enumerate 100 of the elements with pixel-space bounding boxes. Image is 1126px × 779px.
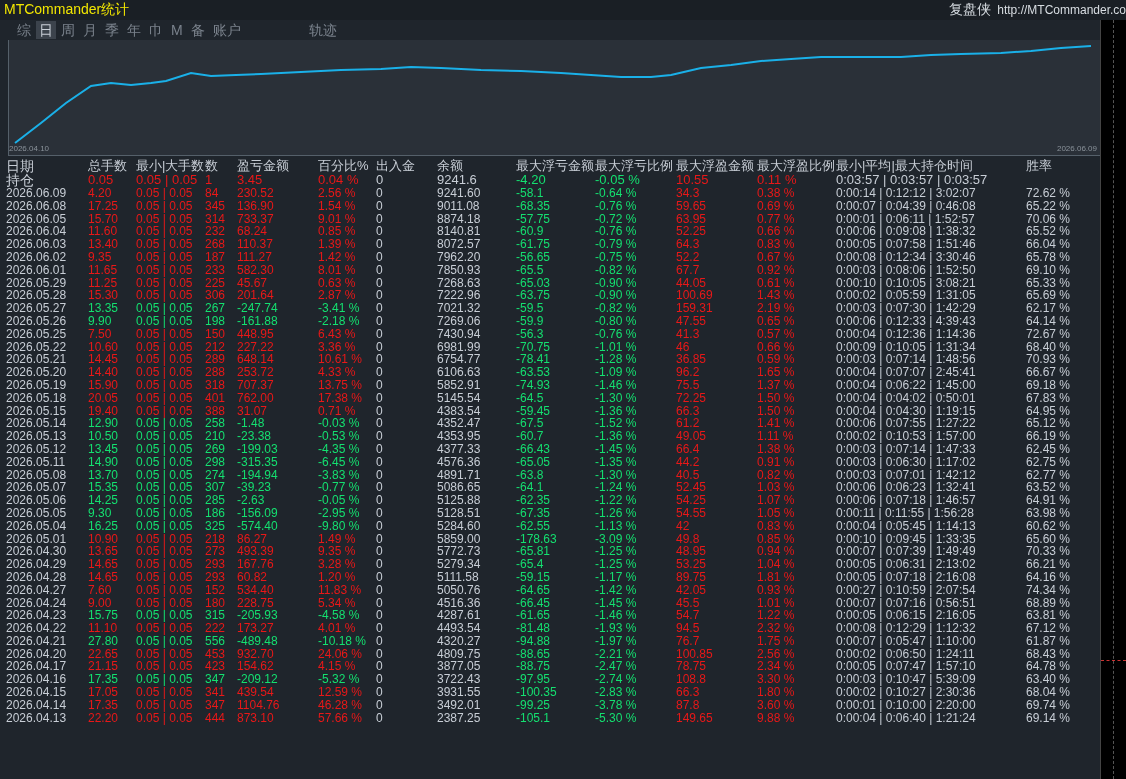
date-cell-text: 2026.04.21 (6, 634, 68, 648)
win-rate-cell-text: 65.69 % (1026, 289, 1072, 303)
column-header: 最大浮亏比例 (595, 159, 674, 173)
win-rate-cell-text: 74.34 % (1026, 583, 1072, 597)
column-header: 出入金 (376, 159, 416, 173)
max-floating-loss-ratio-cell-text: -1.25 % (595, 558, 638, 571)
lot-range-cell-text: 0.05 | 0.05 (136, 583, 194, 597)
win-rate-cell-text: 67.12 % (1026, 622, 1072, 635)
profit-cell-text: 45.67 (237, 276, 269, 290)
percent-cell-text: 1.54 % (318, 199, 357, 213)
holding-time-cell-text: 0:00:03 | 0:07:30 | 1:42:29 (836, 302, 977, 315)
trade-count-cell-text: 315 (205, 609, 227, 623)
date-cell-text: 2026.04.17 (6, 660, 68, 674)
lots-total-cell-text: 4.20 (88, 187, 113, 200)
profit-cell-text: 110.37 (237, 238, 274, 251)
balance-cell-text: 7268.63 (437, 276, 482, 290)
period-tab[interactable]: 综 (14, 21, 34, 39)
lots-total-cell-text: 27.80 (88, 634, 120, 648)
max-floating-loss-ratio-cell-text: -1.30 % (595, 391, 638, 405)
profit-cell-text: -199.03 (237, 442, 279, 456)
percent-cell-text: 12.59 % (318, 686, 364, 699)
profit-cell-text: 707.37 (237, 378, 275, 392)
max-floating-loss-ratio-cell-text: -2.83 % (595, 686, 638, 699)
period-tab[interactable]: 巾 (146, 21, 166, 39)
period-tab[interactable]: 日 (36, 21, 56, 39)
period-tab[interactable]: 周 (58, 21, 78, 39)
max-floating-loss-ratio-cell-text: -1.17 % (595, 570, 638, 584)
max-floating-profit-ratio-cell-text: 1.50 % (757, 404, 796, 418)
date-cell-text: 2026.05.14 (6, 417, 68, 431)
date-cell-text: 2026.05.01 (6, 532, 68, 546)
lots-total-cell-text: 11.25 (88, 276, 119, 290)
max-floating-loss-ratio-cell-text: -0.72 % (595, 212, 638, 226)
holding-time-cell-text: 0:00:10 | 0:09:45 | 1:33:35 (836, 532, 977, 546)
trade-count-cell-text: 152 (205, 583, 227, 597)
max-floating-profit-cell-text: 89.75 (676, 570, 708, 584)
lot-range-cell-text: 0.05 | 0.05 (136, 173, 199, 187)
max-floating-loss-cell-text: -67.35 (516, 506, 552, 520)
balance-cell-text: 5859.00 (437, 532, 482, 546)
period-tab[interactable]: 账户 (209, 21, 244, 39)
win-rate-cell-text: 69.10 % (1026, 263, 1072, 277)
profit-cell-text: -209.12 (237, 673, 279, 687)
holding-time-cell-text: 0:00:08 | 0:12:34 | 3:30:46 (836, 251, 977, 264)
max-floating-loss-cell-text: -59.5 (516, 302, 545, 315)
holding-time-cell-text: 0:00:01 | 0:06:11 | 1:52:57 (836, 212, 976, 226)
max-floating-loss-ratio-cell-text: -1.01 % (595, 340, 638, 354)
deposit-cell-text: 0 (376, 238, 384, 251)
win-rate-cell-text: 62.75 % (1026, 455, 1072, 469)
trade-count-cell-text: 401 (205, 391, 227, 405)
max-floating-loss-cell-text: -58.1 (516, 187, 545, 200)
trade-count-cell-text: 274 (205, 468, 227, 482)
max-floating-loss-ratio-cell-text: -1.26 % (595, 506, 638, 520)
deposit-cell-text: 0 (376, 187, 384, 200)
percent-cell-text: -4.35 % (318, 442, 361, 456)
percent-cell-text: 0.63 % (318, 276, 357, 290)
period-tab[interactable]: 轨迹 (305, 21, 340, 39)
lot-range-cell-text: 0.05 | 0.05 (136, 647, 194, 661)
max-floating-profit-ratio-cell-text: 1.81 % (757, 570, 796, 584)
percent-cell-text: -0.53 % (318, 430, 361, 443)
balance-cell-text: 6106.63 (437, 366, 482, 379)
max-floating-loss-cell-text: -105.1 (516, 711, 552, 725)
period-tab[interactable]: 月 (80, 21, 100, 39)
win-rate-cell-text: 63.52 % (1026, 481, 1072, 495)
max-floating-profit-cell-text: 66.3 (676, 404, 701, 418)
max-floating-loss-ratio-cell-text: -2.21 % (595, 647, 638, 661)
deposit-cell-text: 0 (376, 327, 384, 341)
balance-cell-text: 4516.36 (437, 596, 482, 610)
percent-cell-text: 3.28 % (318, 558, 357, 571)
percent-cell-text: 3.36 % (318, 340, 357, 354)
lots-total-cell-text: 13.45 (88, 442, 120, 456)
trade-count-cell-text: 293 (205, 570, 227, 584)
max-floating-profit-ratio-cell-text: 0.66 % (757, 340, 796, 354)
deposit-cell-text: 0 (376, 558, 384, 571)
holding-time-cell-text: 0:00:04 | 0:07:07 | 2:45:41 (836, 366, 977, 379)
date-cell-text: 2026.06.01 (6, 263, 68, 277)
deposit-cell-text: 0 (376, 430, 384, 443)
lots-total-cell-text: 9.90 (88, 314, 113, 328)
period-tab[interactable]: 备 (187, 21, 208, 39)
deposit-cell-text: 0 (376, 570, 384, 584)
period-tab[interactable]: 季 (102, 21, 122, 39)
lot-range-cell-text: 0.05 | 0.05 (136, 711, 194, 725)
win-rate-cell-text: 68.43 % (1026, 647, 1072, 661)
balance-cell-text: 8072.57 (437, 238, 482, 251)
max-floating-loss-ratio-cell-text: -1.36 % (595, 430, 638, 443)
max-floating-loss-cell-text: -97.95 (516, 673, 552, 687)
lot-range-cell-text: 0.05 | 0.05 (136, 570, 194, 584)
app-title: MTCommander统计 (3, 1, 130, 19)
period-tab[interactable]: M (168, 21, 186, 39)
deposit-cell-text: 0 (376, 378, 384, 392)
max-floating-profit-ratio-cell-text: 0.91 % (757, 455, 796, 469)
period-tab[interactable]: 年 (124, 21, 144, 39)
date-cell-text: 2026.05.27 (6, 302, 68, 315)
website-link[interactable]: http://MTCommander.co (997, 3, 1126, 17)
balance-cell-text: 5125.88 (437, 494, 482, 507)
date-cell-text: 2026.04.23 (6, 609, 68, 623)
holding-time-cell-text: 0:00:27 | 0:10:59 | 2:07:54 (836, 583, 977, 597)
trade-count-cell-text: 273 (205, 545, 227, 559)
lot-range-cell-text: 0.05 | 0.05 (136, 430, 194, 443)
percent-cell-text: -2.18 % (318, 314, 361, 328)
holding-time-cell-text: 0:00:03 | 0:07:14 | 1:48:56 (836, 353, 977, 367)
max-floating-loss-cell-text: -56.65 (516, 251, 552, 264)
